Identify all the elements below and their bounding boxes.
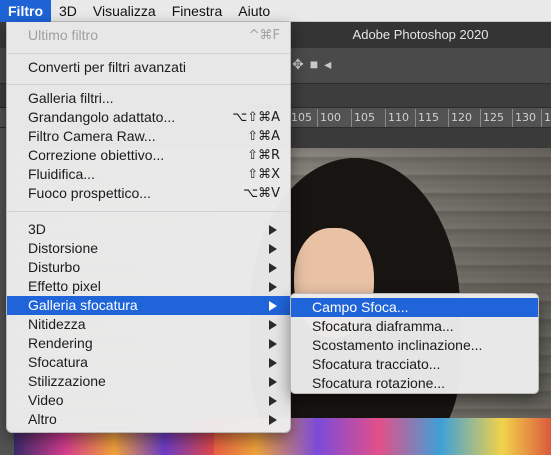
menu-item-shortcut: ⇧⌘X <box>247 167 280 182</box>
submenu-arrow-icon <box>269 396 277 406</box>
menu-item-grandangolo[interactable]: Grandangolo adattato... ⌥⇧⌘A <box>7 108 290 127</box>
canvas-photo-fabric <box>14 430 214 455</box>
menu-item-label: Galleria filtri... <box>28 90 114 106</box>
menu-finestra[interactable]: Finestra <box>164 0 231 22</box>
menu-item-shortcut: ⇧⌘R <box>247 148 280 163</box>
menu-item-label: Stilizzazione <box>28 373 106 389</box>
ruler-tick: 105 <box>351 109 375 127</box>
submenu-item-label: Sfocatura tracciato... <box>312 356 441 372</box>
menu-item-label: Disturbo <box>28 259 81 275</box>
menu-item-effetto-pixel[interactable]: Effetto pixel <box>7 277 290 296</box>
submenu-arrow-icon <box>269 282 277 292</box>
submenu-item-sfocatura-diaframma[interactable]: Sfocatura diaframma... <box>291 317 538 336</box>
menu-item-label: Filtro Camera Raw... <box>28 128 156 144</box>
video-camera-icon[interactable]: ■◂ <box>310 56 337 72</box>
menu-item-label: Ultimo filtro <box>28 27 99 43</box>
submenu-arrow-icon <box>269 358 277 368</box>
menu-separator <box>7 84 290 85</box>
menu-item-distorsione[interactable]: Distorsione <box>7 239 290 258</box>
submenu-arrow-icon <box>269 244 277 254</box>
ruler-tick: 135 <box>541 109 551 127</box>
submenu-item-scostamento-inclinazione[interactable]: Scostamento inclinazione... <box>291 336 538 355</box>
ruler-tick: 115 <box>415 109 439 127</box>
menu-item-label: Sfocatura <box>28 354 88 370</box>
menu-item-galleria-sfocatura[interactable]: Galleria sfocatura <box>7 296 290 315</box>
submenu-item-label: Sfocatura diaframma... <box>312 318 454 334</box>
menu-item-label: Fuoco prospettico... <box>28 185 151 201</box>
menu-item-rendering[interactable]: Rendering <box>7 334 290 353</box>
menu-item-shortcut: ⌥⌘V <box>243 186 280 201</box>
menu-item-3d[interactable]: 3D <box>7 220 290 239</box>
menu-item-label: Video <box>28 392 64 408</box>
submenu-item-label: Campo Sfoca... <box>312 299 409 315</box>
menu-item-camera-raw[interactable]: Filtro Camera Raw... ⇧⌘A <box>7 127 290 146</box>
menu-filtro[interactable]: Filtro <box>0 0 51 22</box>
ruler-tick: 120 <box>448 109 472 127</box>
menu-item-label: Galleria sfocatura <box>28 297 138 313</box>
menu-item-ultimo-filtro: Ultimo filtro ^⌘F <box>7 26 290 45</box>
menu-item-disturbo[interactable]: Disturbo <box>7 258 290 277</box>
menubar: Filtro 3D Visualizza Finestra Aiuto <box>0 0 551 22</box>
menu-item-label: Rendering <box>28 335 93 351</box>
menu-item-label: Distorsione <box>28 240 99 256</box>
submenu-arrow-icon <box>269 415 277 425</box>
filtro-dropdown-menu: Ultimo filtro ^⌘F Converti per filtri av… <box>6 22 291 433</box>
menu-item-label: Effetto pixel <box>28 278 101 294</box>
menu-item-correzione-obiettivo[interactable]: Correzione obiettivo... ⇧⌘R <box>7 146 290 165</box>
menu-item-sfocatura[interactable]: Sfocatura <box>7 353 290 372</box>
menu-item-label: Altro <box>28 411 57 427</box>
menu-item-fuoco-prospettico[interactable]: Fuoco prospettico... ⌥⌘V <box>7 184 290 203</box>
options-icons: ✥■◂ <box>292 56 337 73</box>
submenu-item-label: Scostamento inclinazione... <box>312 337 483 353</box>
menu-separator <box>7 211 290 212</box>
menu-item-label: Converti per filtri avanzati <box>28 59 186 75</box>
menu-item-shortcut: ⌥⇧⌘A <box>232 110 280 125</box>
ruler-tick: 100 <box>317 109 341 127</box>
submenu-item-campo-sfoca[interactable]: Campo Sfoca... <box>291 298 538 317</box>
menu-item-converti[interactable]: Converti per filtri avanzati <box>7 58 290 77</box>
menu-item-label: Fluidifica... <box>28 166 95 182</box>
menu-item-label: 3D <box>28 221 46 237</box>
menu-item-label: Nitidezza <box>28 316 86 332</box>
submenu-item-label: Sfocatura rotazione... <box>312 375 446 391</box>
menu-item-nitidezza[interactable]: Nitidezza <box>7 315 290 334</box>
menu-item-galleria-filtri[interactable]: Galleria filtri... <box>7 89 290 108</box>
submenu-arrow-icon <box>269 263 277 273</box>
menu-item-shortcut: ⇧⌘A <box>247 129 280 144</box>
submenu-item-sfocatura-tracciato[interactable]: Sfocatura tracciato... <box>291 355 538 374</box>
menu-item-video[interactable]: Video <box>7 391 290 410</box>
menu-item-shortcut: ^⌘F <box>248 28 280 43</box>
menu-item-altro[interactable]: Altro <box>7 410 290 429</box>
menu-item-fluidifica[interactable]: Fluidifica... ⇧⌘X <box>7 165 290 184</box>
menu-item-label: Correzione obiettivo... <box>28 147 165 163</box>
window-title: Adobe Photoshop 2020 <box>290 22 551 48</box>
submenu-arrow-icon <box>269 320 277 330</box>
submenu-item-sfocatura-rotazione[interactable]: Sfocatura rotazione... <box>291 374 538 393</box>
menu-visualizza[interactable]: Visualizza <box>85 0 164 22</box>
ruler-tick: 125 <box>480 109 504 127</box>
submenu-arrow-icon <box>269 301 277 311</box>
submenu-arrow-icon <box>269 377 277 387</box>
galleria-sfocatura-submenu: Campo Sfoca... Sfocatura diaframma... Sc… <box>290 293 539 394</box>
submenu-arrow-icon <box>269 225 277 235</box>
menu-item-label: Grandangolo adattato... <box>28 109 176 125</box>
menu-3d[interactable]: 3D <box>51 0 85 22</box>
menu-separator <box>7 53 290 54</box>
submenu-arrow-icon <box>269 339 277 349</box>
ruler-tick: 110 <box>385 109 409 127</box>
ruler-tick: 130 <box>512 109 536 127</box>
ruler-tick: 105 <box>288 109 312 127</box>
menu-item-stilizzazione[interactable]: Stilizzazione <box>7 372 290 391</box>
move-3d-icon[interactable]: ✥ <box>292 56 310 72</box>
menu-aiuto[interactable]: Aiuto <box>230 0 278 22</box>
